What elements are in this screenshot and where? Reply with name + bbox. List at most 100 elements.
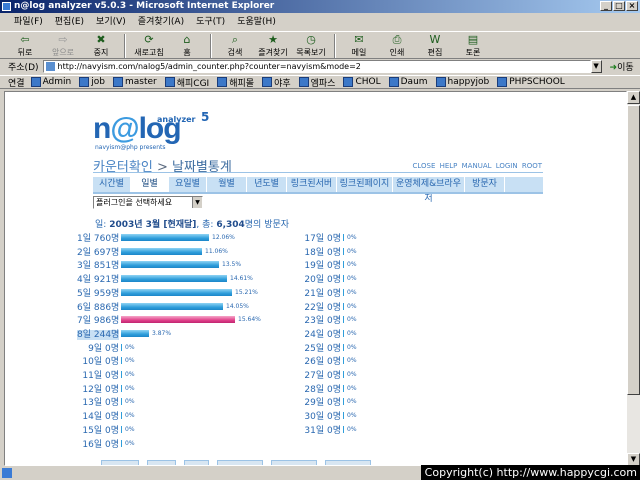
day-bar	[343, 384, 344, 392]
day-bar	[343, 357, 344, 365]
favorites-link[interactable]: 해피CGI	[165, 76, 209, 89]
day-bar	[121, 316, 235, 324]
day-label: 27일 0명	[299, 368, 343, 381]
refresh-icon: ⟳	[144, 33, 154, 46]
scroll-up-icon[interactable]: ▲	[627, 91, 640, 104]
day-row: 7일 986명 15.64%	[77, 313, 261, 326]
copyright-watermark: Copyright(c) http://www.happycgi.com	[420, 465, 640, 480]
maximize-button[interactable]: □	[613, 1, 625, 11]
day-row: 20일 0명 0%	[299, 272, 357, 285]
tab-5[interactable]: 링크된서버	[287, 177, 337, 192]
day-bar	[343, 329, 344, 337]
address-dropdown-button[interactable]: ▼	[590, 60, 602, 73]
go-button[interactable]: ➜이동	[610, 60, 634, 73]
day-row: 14일 0명 0%	[77, 409, 135, 422]
minimize-button[interactable]: _	[600, 1, 612, 11]
favorites-link[interactable]: PHPSCHOOL	[497, 77, 565, 87]
favorites-link[interactable]: 엠파스	[299, 76, 336, 89]
day-count-text: 2일 697명	[77, 247, 120, 258]
logo-subtitle: navyism@php presents	[95, 144, 166, 151]
tab-8[interactable]: 방문자	[465, 177, 505, 192]
search-button[interactable]: ⌕ 검색	[216, 32, 254, 60]
day-percent: 0%	[347, 384, 357, 392]
print-button[interactable]: ⎙ 인쇄	[378, 32, 416, 60]
tab-0[interactable]: 시간별	[93, 177, 131, 192]
menu-item[interactable]: 편집(E)	[49, 14, 90, 30]
tab-4[interactable]: 년도별	[247, 177, 287, 192]
day-percent: 14.61%	[230, 275, 253, 283]
edit-button[interactable]: W 편집	[416, 32, 454, 60]
menu-item[interactable]: 보기(V)	[90, 14, 132, 30]
day-count-text: 14일 0명	[82, 412, 119, 423]
tab-3[interactable]: 월별	[207, 177, 247, 192]
day-percent: 0%	[125, 425, 135, 433]
day-label: 23일 0명	[299, 313, 343, 326]
day-label: 12일 0명	[77, 382, 121, 395]
toolbar-label: 즐겨찾기	[258, 48, 288, 57]
day-percent: 0%	[347, 234, 357, 241]
address-input[interactable]: http://navyism.com/nalog5/admin_counter.…	[42, 60, 591, 73]
stop-button[interactable]: ✖ 중지	[82, 32, 120, 60]
refresh-button[interactable]: ⟳ 새로고침	[130, 32, 168, 60]
plugin-select[interactable]: 플러그인을 선택하세요 ▼	[93, 196, 203, 209]
day-bar	[121, 425, 122, 433]
day-label: 7일 986명	[77, 313, 121, 326]
toolbar-label: 새로고침	[134, 48, 164, 57]
favorites-link[interactable]: Admin	[31, 77, 72, 87]
visitor-summary: 일: 2003년 3월 [현재달], 총: 6,304명의 방문자	[95, 220, 290, 230]
top-links[interactable]: CLOSE HELP MANUAL LOGIN ROOT	[412, 162, 542, 170]
favorites-link[interactable]: 야후	[262, 76, 291, 89]
day-bar	[121, 329, 149, 337]
day-percent: 0%	[347, 302, 357, 310]
day-count-text: 28일 0명	[304, 384, 341, 395]
favorites-link[interactable]: CHOL	[343, 77, 380, 87]
day-row: 19일 0명 0%	[299, 258, 357, 271]
menu-item[interactable]: 즐겨찾기(A)	[132, 14, 190, 30]
menu-item[interactable]: 도움말(H)	[231, 14, 282, 30]
toolbar-label: 메일	[351, 48, 367, 57]
day-count-text: 18일 0명	[304, 247, 341, 258]
day-count-text: 20일 0명	[304, 275, 341, 286]
close-button[interactable]: ×	[626, 1, 638, 11]
day-count-text: 6일 886명	[77, 302, 120, 313]
back-arrow-button[interactable]: ⇦ 뒤로	[6, 32, 44, 60]
day-row: 6일 886명 14.05%	[77, 300, 249, 313]
day-label: 16일 0명	[77, 437, 121, 450]
day-label: 8일 244명	[77, 327, 121, 340]
day-count-text: 31일 0명	[304, 425, 341, 436]
day-count-text: 4일 921명	[77, 275, 120, 286]
day-percent: 0%	[347, 343, 357, 351]
day-row: 8일 244명 3.87%	[77, 327, 171, 340]
favorites-link[interactable]: job	[79, 77, 105, 87]
day-count-text: 1일 760명	[77, 234, 120, 244]
tab-1[interactable]: 일별	[131, 177, 169, 192]
discuss-button[interactable]: ▤ 토론	[454, 32, 492, 60]
tab-6[interactable]: 링크된페이지	[337, 177, 393, 192]
day-count-text: 24일 0명	[304, 329, 341, 340]
day-percent: 0%	[347, 357, 357, 365]
forward-arrow-button[interactable]: ⇨ 앞으로	[44, 32, 82, 60]
day-row: 26일 0명 0%	[299, 354, 357, 367]
favorites-link[interactable]: master	[113, 77, 157, 87]
mail-button[interactable]: ✉ 메일	[340, 32, 378, 60]
home-button[interactable]: ⌂ 홈	[168, 32, 206, 60]
day-percent: 0%	[125, 412, 135, 420]
day-percent: 0%	[347, 261, 357, 269]
favorites-button[interactable]: ★ 즐겨찾기	[254, 32, 292, 60]
day-row: 3일 851명 13.5%	[77, 258, 241, 271]
toolbar-label: 검색	[227, 48, 243, 57]
chevron-down-icon: ▼	[192, 197, 202, 208]
vertical-scrollbar[interactable]: ▲ ▼	[627, 91, 640, 466]
tab-2[interactable]: 요일별	[169, 177, 207, 192]
tab-7[interactable]: 운영체제&브라우저	[393, 177, 465, 204]
scroll-thumb[interactable]	[627, 105, 640, 395]
menu-item[interactable]: 도구(T)	[190, 14, 231, 30]
history-button[interactable]: ◷ 목록보기	[292, 32, 330, 60]
favorites-link[interactable]: Daum	[389, 77, 428, 87]
day-percent: 0%	[125, 371, 135, 378]
favorites-link[interactable]: 해피몰	[217, 76, 254, 89]
menu-item[interactable]: 파일(F)	[8, 14, 49, 30]
favorites-link[interactable]: happyjob	[436, 77, 490, 87]
day-count-text: 16일 0명	[82, 439, 119, 450]
day-percent: 0%	[347, 425, 357, 433]
